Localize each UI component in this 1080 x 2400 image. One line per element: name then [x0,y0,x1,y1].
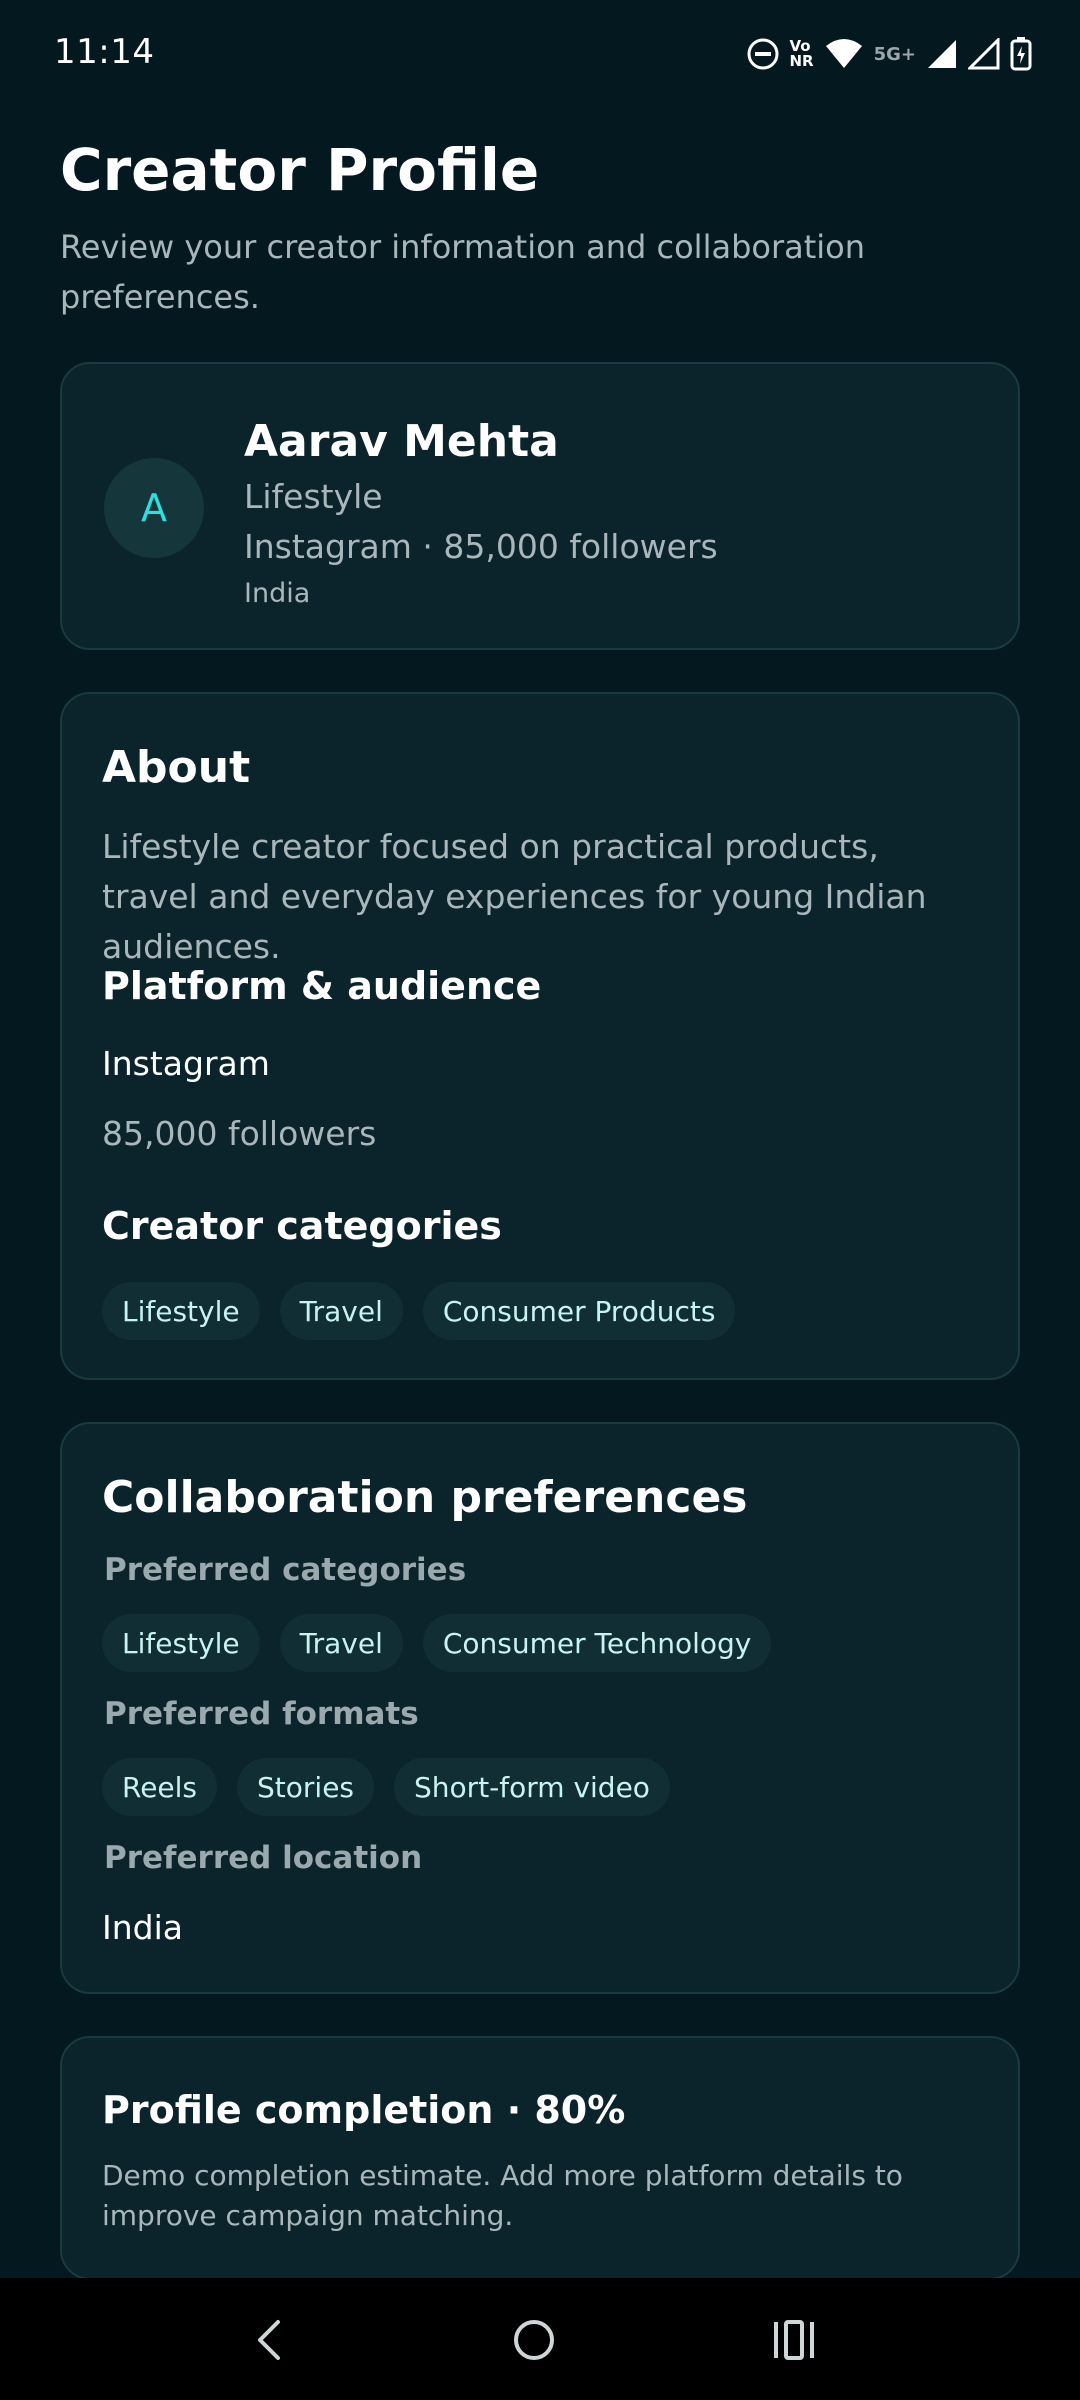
preferred-format-chip[interactable]: Reels [102,1758,218,1816]
preferred-categories-chips: Lifestyle Travel Consumer Technology [102,1614,772,1672]
volte-icon: Vo NR [790,39,814,69]
back-button[interactable] [230,2308,310,2372]
profile-info: Aarav Mehta Lifestyle Instagram · 85,000… [244,414,718,616]
preferred-formats-chips: Reels Stories Short-form video [102,1758,670,1816]
about-heading: About [102,742,251,793]
profile-country: India [244,578,311,609]
completion-card: Profile completion · 80% Demo completion… [60,2036,1020,2280]
avatar: A [104,458,204,558]
navigation-bar [0,2278,1080,2400]
status-icons: Vo NR 5G+ [746,32,1033,76]
category-chip[interactable]: Travel [279,1282,403,1340]
recents-button[interactable] [754,2308,834,2372]
collaboration-card: Collaboration preferences Preferred cate… [60,1422,1020,1994]
preferred-category-chip[interactable]: Lifestyle [102,1614,260,1672]
preferred-category-chip[interactable]: Travel [279,1614,403,1672]
home-icon [514,2320,554,2360]
back-icon [258,2320,280,2360]
creator-categories-heading: Creator categories [102,1204,502,1248]
signal-icon [968,38,1000,70]
about-description: Lifestyle creator focused on practical p… [102,827,927,966]
followers-value: 85,000 followers [102,1114,377,1153]
volte-bottom-label: NR [789,52,814,70]
preferred-categories-label: Preferred categories [104,1552,467,1588]
preferred-category-chip[interactable]: Consumer Technology [422,1614,772,1672]
platform-value: Instagram [102,1044,270,1083]
profile-category: Lifestyle [244,477,383,516]
profile-platform: Instagram · 85,000 followers [244,527,718,566]
status-bar: 11:14 Vo NR 5G+ [0,0,1080,106]
about-card: About Lifestyle creator focused on pract… [60,692,1020,1380]
collaboration-heading: Collaboration preferences [102,1472,748,1523]
page-subtitle: Review your creator information and coll… [60,228,866,316]
preferred-formats-label: Preferred formats [104,1696,419,1732]
completion-note: Demo completion estimate. Add more platf… [102,2159,903,2232]
preferred-location-label: Preferred location [104,1840,423,1876]
platform-audience-heading: Platform & audience [102,964,542,1008]
profile-name: Aarav Mehta [244,416,559,467]
category-chip[interactable]: Lifestyle [102,1282,260,1340]
wifi-icon [825,39,862,68]
creator-categories-chips: Lifestyle Travel Consumer Products [102,1282,736,1340]
page-title: Creator Profile [60,136,540,204]
recents-icon [774,2320,814,2360]
status-time: 11:14 [54,32,155,72]
category-chip[interactable]: Consumer Products [422,1282,736,1340]
preferred-format-chip[interactable]: Stories [237,1758,375,1816]
screen: 11:14 Vo NR 5G+ Creator Profile Review y… [0,0,1080,2400]
do-not-disturb-icon [747,38,778,70]
battery-charging-icon [1010,37,1032,71]
signal-icon [928,40,956,68]
home-button[interactable] [494,2308,574,2372]
completion-title: Profile completion · 80% [102,2088,626,2132]
profile-card: A Aarav Mehta Lifestyle Instagram · 85,0… [60,362,1020,650]
preferred-format-chip[interactable]: Short-form video [394,1758,670,1816]
preferred-location-value: India [102,1908,183,1947]
network-type-label: 5G+ [873,43,916,65]
